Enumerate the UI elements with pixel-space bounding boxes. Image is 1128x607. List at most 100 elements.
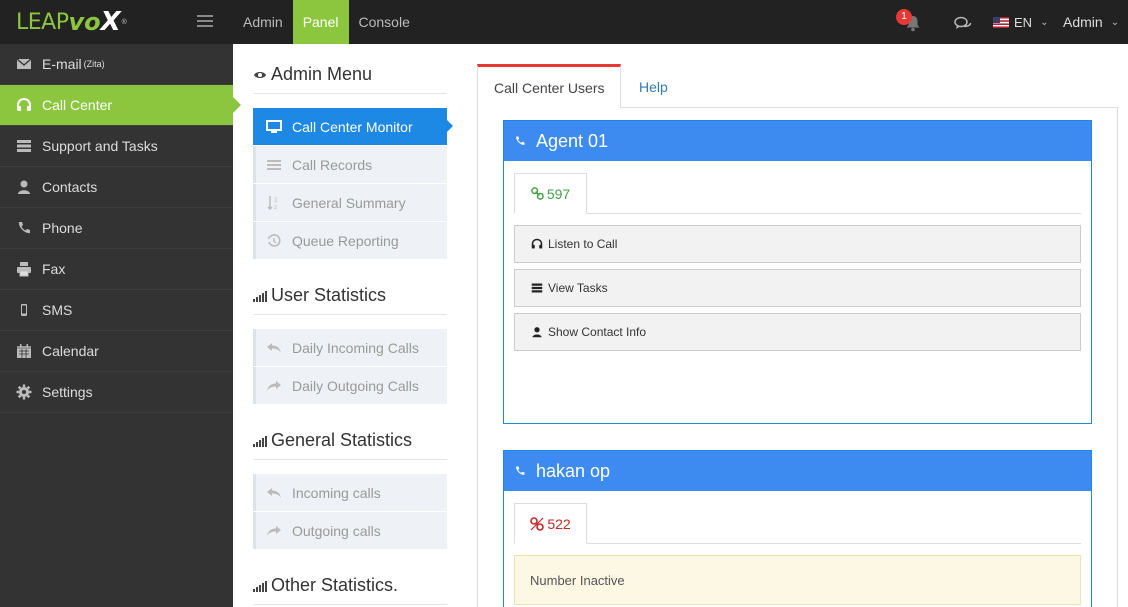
chat-icon[interactable] [954,16,972,32]
tab-call-center-users[interactable]: Call Center Users [477,64,622,109]
logo-registered: ® [121,18,127,26]
sidebar-item-settings[interactable]: Settings [0,372,233,413]
sidebar-item-label: Calendar [42,343,99,359]
svg-text:1: 1 [274,197,278,204]
sidebar-item-label: Call Center [42,97,113,113]
phone-icon [18,222,30,234]
topnav-console[interactable]: Console [349,0,420,44]
leapvox-logo[interactable]: LEAP voX ® [16,6,127,38]
menu-item-label: Call Center Monitor [292,118,413,135]
signal-bars-icon [253,580,267,592]
printer-icon [17,262,31,277]
menu-item-queue-reporting[interactable]: Queue Reporting [253,222,447,259]
topnav-admin[interactable]: Admin [233,0,293,44]
sidebar-item-label: Settings [42,384,93,400]
alert-message: Number Inactive [530,572,625,588]
sidebar: E-mail (Zita) Call Center Support and Ta… [0,44,241,607]
us-flag-icon [993,16,1009,28]
action-label: Show Contact Info [548,325,647,339]
view-tasks-button[interactable]: View Tasks [514,269,1081,307]
reply-icon [267,487,281,498]
menu-item-daily-incoming-calls[interactable]: Daily Incoming Calls [253,329,447,366]
signal-bars-icon [253,290,267,302]
menu-item-label: Queue Reporting [292,232,399,249]
sidebar-item-email[interactable]: E-mail (Zita) [0,44,233,85]
sidebar-item-support-tasks[interactable]: Support and Tasks [0,126,233,167]
other-statistics-title: Other Statistics. [271,575,399,595]
sidebar-item-label: Fax [42,261,66,277]
menu-item-label: Daily Outgoing Calls [292,377,419,394]
reply-icon [267,342,281,353]
menu-item-call-records[interactable]: Call Records [253,146,447,183]
sidebar-item-contacts[interactable]: Contacts [0,167,233,208]
sidebar-item-fax[interactable]: Fax [0,249,233,290]
agent-name: hakan op [536,460,611,481]
menu-item-incoming-calls[interactable]: Incoming calls [253,474,447,511]
listen-to-call-button[interactable]: Listen to Call [514,225,1081,263]
envelope-icon [16,58,32,69]
show-contact-info-button[interactable]: Show Contact Info [514,313,1081,351]
tab-help[interactable]: Help [623,64,684,108]
menu-item-label: Daily Incoming Calls [292,339,419,356]
svg-text:z: z [274,204,277,211]
user-name: Admin [1063,14,1103,30]
signal-bars-icon [253,435,267,447]
sidebar-item-call-center[interactable]: Call Center [0,85,241,126]
menu-item-label: Incoming calls [292,484,381,501]
top-navbar: LEAP voX ® Admin Panel Console 1 EN ⌄ Ad… [0,0,1128,44]
link-icon [530,187,544,200]
chevron-down-icon: ⌄ [1110,16,1120,28]
forward-icon [267,525,281,536]
language-code: EN [1014,14,1033,30]
calendar-icon [17,344,31,358]
sidebar-item-calendar[interactable]: Calendar [0,331,233,372]
forward-icon [267,380,281,391]
menu-toggle-icon[interactable] [197,15,213,29]
agent-card: hakan op 522 Number Inactive [503,450,1092,607]
agent-name: Agent 01 [536,130,609,151]
main-tabs: Call Center Users Help [477,64,1118,109]
menu-item-label: Call Records [292,156,373,173]
logo-text-vox: voX [68,7,121,37]
general-statistics-heading: General Statistics [253,430,447,460]
headphones-icon [17,97,31,111]
admin-menu-title: Admin Menu [271,64,373,84]
user-statistics-list: Daily Incoming Calls Daily Outgoing Call… [253,329,447,404]
tasks-icon [531,283,543,293]
general-statistics-title: General Statistics [271,430,413,450]
topnav-panel[interactable]: Panel [292,0,349,44]
phone-icon [516,466,525,475]
user-statistics-title: User Statistics [271,285,387,305]
sidebar-item-phone[interactable]: Phone [0,208,233,249]
monitor-icon [266,119,282,133]
sidebar-item-label: E-mail [42,56,82,72]
email-account-tag: (Zita) [83,59,105,69]
eye-icon [254,71,266,78]
menu-item-daily-outgoing-calls[interactable]: Daily Outgoing Calls [253,367,447,404]
sidebar-item-label: Support and Tasks [42,138,158,154]
user-menu[interactable]: Admin ⌄ [1063,0,1119,44]
menu-item-general-summary[interactable]: 1z General Summary [253,184,447,221]
chevron-down-icon: ⌄ [1040,16,1049,28]
phone-icon [516,136,525,145]
mobile-icon [21,304,27,316]
notification-badge: 1 [896,9,912,25]
menu-item-outgoing-calls[interactable]: Outgoing calls [253,512,447,549]
extension-tab[interactable]: 522 [514,503,587,544]
user-icon [18,180,30,194]
extension-tab[interactable]: 597 [514,173,587,214]
admin-menu-list: Call Center Monitor Call Records 1z Gene… [253,108,453,259]
logo-text-leap: LEAP [16,9,69,35]
language-selector[interactable]: EN ⌄ [993,0,1048,44]
admin-menu-heading: Admin Menu [253,64,447,94]
agent-card: Agent 01 597 Listen to Call View Tasks S… [503,120,1092,424]
gear-icon [16,384,32,400]
menu-item-label: General Summary [292,194,406,211]
menu-item-call-center-monitor[interactable]: Call Center Monitor [253,108,453,145]
top-menu: Admin Panel Console [233,0,420,44]
sidebar-item-sms[interactable]: SMS [0,290,233,331]
history-icon [268,233,281,247]
admin-menu-column: Admin Menu Call Center Monitor Call Reco… [253,44,453,605]
sort-icon: 1z [267,195,278,211]
list-icon [267,159,281,170]
